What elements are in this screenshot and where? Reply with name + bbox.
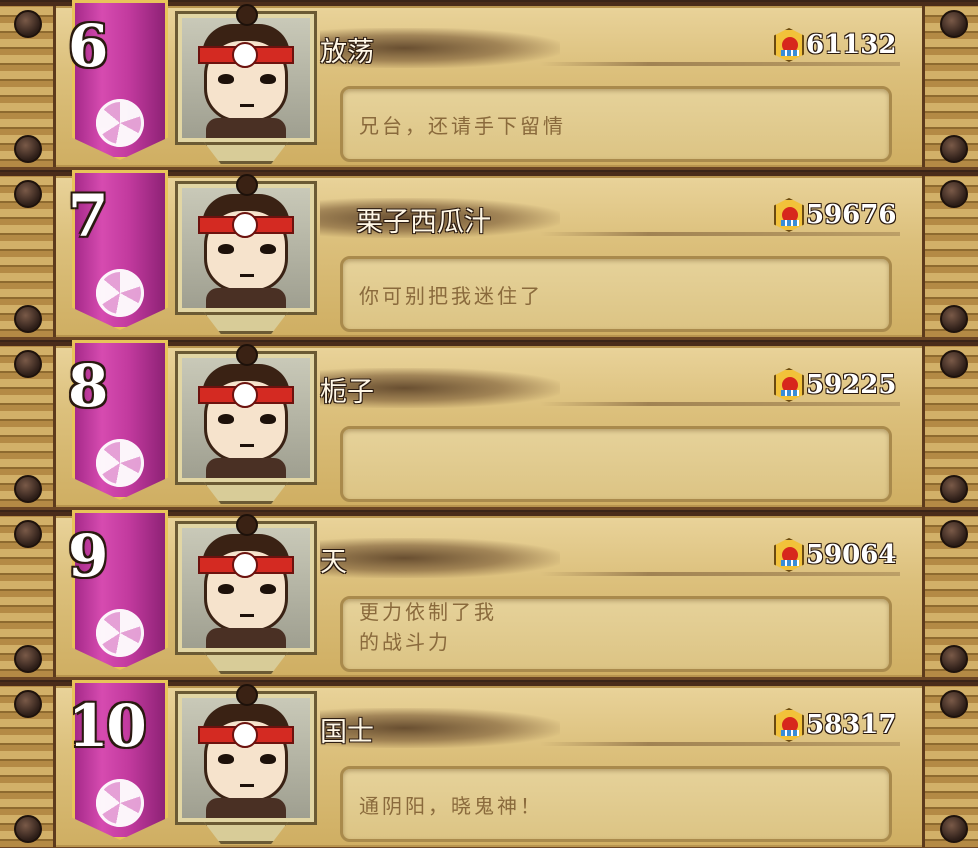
- scroll-edge-right: [922, 686, 978, 847]
- scroll-edge-left: [0, 346, 56, 507]
- player-avatar[interactable]: [175, 174, 317, 315]
- battle-power-badge-icon: [774, 198, 804, 232]
- battle-power-badge-icon: [774, 538, 804, 572]
- leaderboard-row[interactable]: 9 天 59064 更力依制了我 的战斗力: [0, 510, 978, 680]
- player-message: 更力依制了我 的战斗力: [359, 600, 497, 654]
- player-avatar[interactable]: [175, 684, 317, 825]
- leaderboard-row[interactable]: 8 栀子 59225: [0, 340, 978, 510]
- leaderboard-list: 6 放荡 61132 兄台，还请手下留情 7 栗子西瓜汁 59676 你可别把我…: [0, 0, 978, 848]
- avatar-frame-tab: [204, 142, 288, 164]
- player-message: 你可别把我迷住了: [359, 284, 543, 308]
- battle-power-value: 59225: [806, 370, 897, 400]
- scroll-edge-right: [922, 346, 978, 507]
- divider: [540, 402, 900, 406]
- leaderboard-row[interactable]: 6 放荡 61132 兄台，还请手下留情: [0, 0, 978, 170]
- tomoe-swirl-icon: [96, 439, 144, 487]
- battle-power-badge-icon: [774, 368, 804, 402]
- player-name: 栀子: [320, 377, 374, 408]
- scroll-edge-left: [0, 516, 56, 677]
- rank-number: 8: [68, 352, 108, 420]
- avatar-frame-tab: [204, 312, 288, 334]
- avatar-frame-tab: [204, 482, 288, 504]
- scroll-edge-right: [922, 516, 978, 677]
- rank-number: 7: [68, 182, 108, 250]
- tomoe-swirl-icon: [96, 779, 144, 827]
- tomoe-swirl-icon: [96, 99, 144, 147]
- rank-number: 6: [68, 12, 108, 80]
- player-name: 天: [320, 547, 347, 578]
- divider: [540, 232, 900, 236]
- player-message-box: 你可别把我迷住了: [340, 256, 892, 332]
- battle-power-value: 59676: [806, 200, 897, 230]
- divider: [540, 62, 900, 66]
- leaderboard-row[interactable]: 10 国士 58317 通阴阳，晓鬼神！: [0, 680, 978, 848]
- scroll-edge-right: [922, 6, 978, 167]
- player-message-box: 兄台，还请手下留情: [340, 86, 892, 162]
- rank-number: 10: [68, 692, 147, 760]
- leaderboard-row[interactable]: 7 栗子西瓜汁 59676 你可别把我迷住了: [0, 170, 978, 340]
- battle-power-value: 61132: [806, 30, 897, 60]
- player-name: 放荡: [320, 37, 374, 68]
- rank-number: 9: [68, 522, 108, 590]
- player-message: 通阴阳，晓鬼神！: [359, 794, 543, 818]
- player-name: 栗子西瓜汁: [356, 207, 491, 238]
- player-avatar[interactable]: [175, 344, 317, 485]
- scroll-edge-left: [0, 176, 56, 337]
- name-brush-stroke: [320, 538, 560, 578]
- tomoe-swirl-icon: [96, 269, 144, 317]
- divider: [540, 742, 900, 746]
- player-message-box: [340, 426, 892, 502]
- divider: [540, 572, 900, 576]
- player-message-box: 更力依制了我 的战斗力: [340, 596, 892, 672]
- player-avatar[interactable]: [175, 514, 317, 655]
- battle-power-value: 59064: [806, 540, 897, 570]
- tomoe-swirl-icon: [96, 609, 144, 657]
- scroll-edge-left: [0, 6, 56, 167]
- battle-power-badge-icon: [774, 28, 804, 62]
- player-message-box: 通阴阳，晓鬼神！: [340, 766, 892, 842]
- player-avatar[interactable]: [175, 4, 317, 145]
- avatar-frame-tab: [204, 652, 288, 674]
- player-name: 国士: [320, 717, 374, 748]
- avatar-frame-tab: [204, 822, 288, 844]
- scroll-edge-right: [922, 176, 978, 337]
- battle-power-badge-icon: [774, 708, 804, 742]
- scroll-edge-left: [0, 686, 56, 847]
- player-message: 兄台，还请手下留情: [359, 114, 566, 138]
- battle-power-value: 58317: [806, 710, 897, 740]
